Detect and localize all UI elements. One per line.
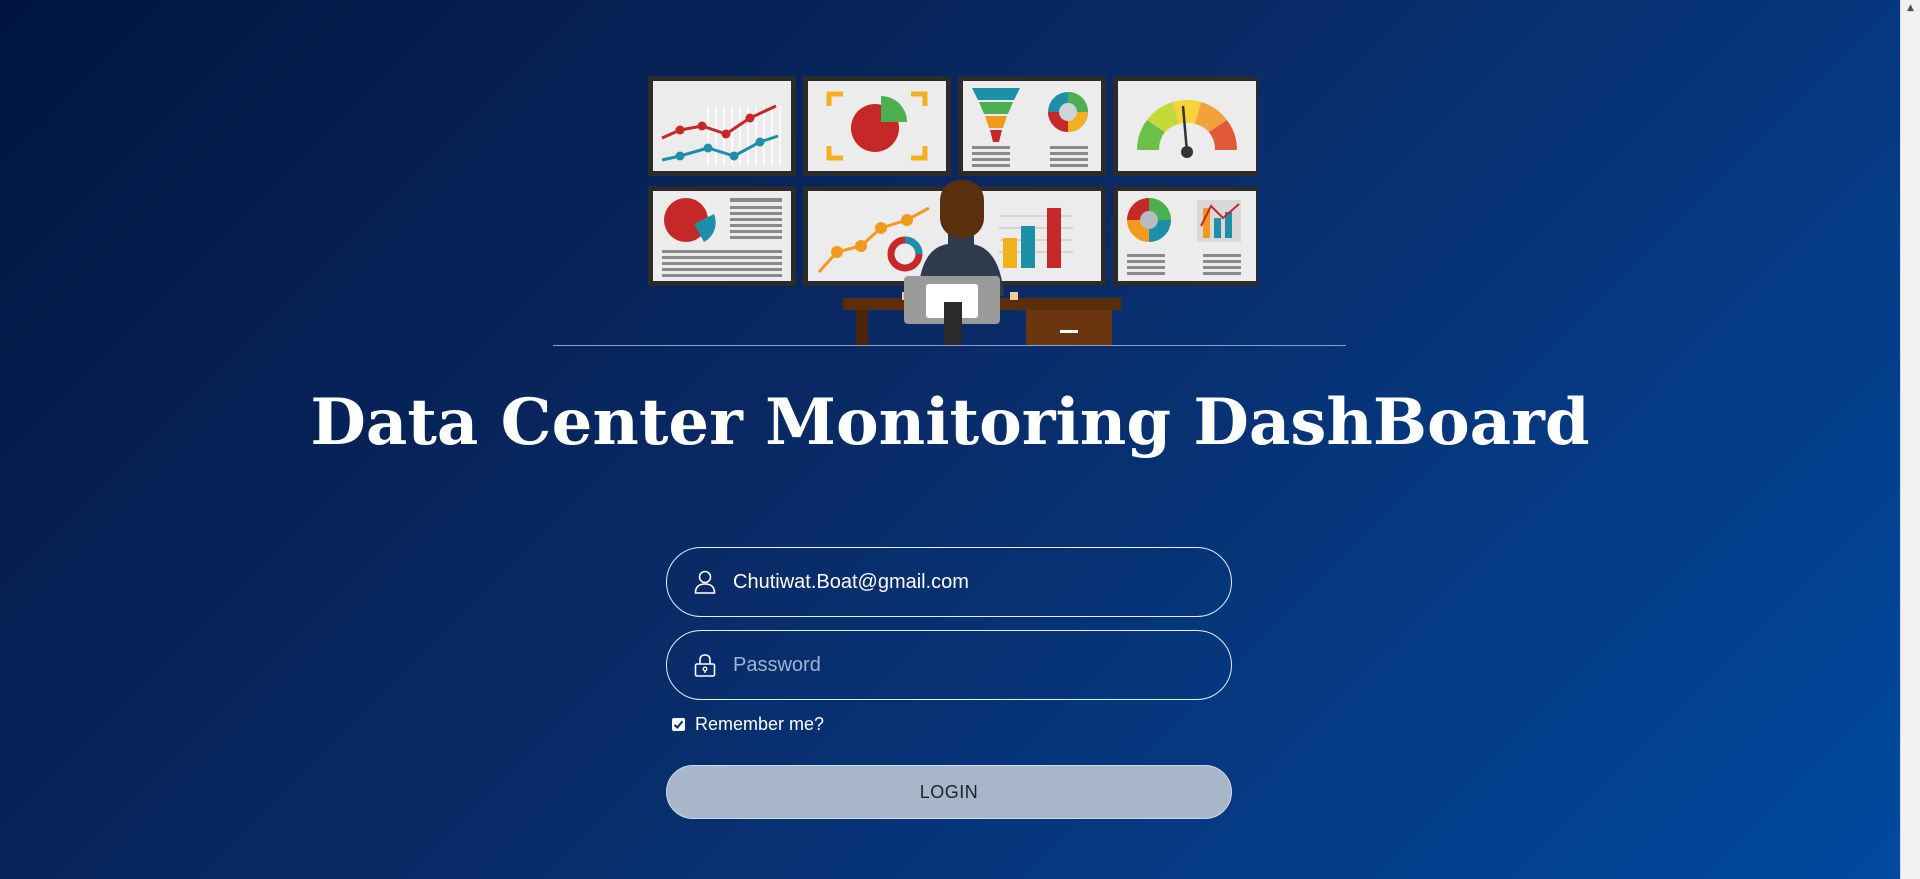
remember-label: Remember me? (695, 713, 825, 734)
user-icon (693, 570, 717, 594)
monitor-pie-focus (803, 76, 951, 176)
divider-line (553, 345, 1346, 346)
page-title: Data Center Monitoring DashBoard (310, 385, 1590, 460)
remember-me[interactable]: Remember me? (672, 713, 1232, 735)
login-form: Remember me? LOGIN (666, 547, 1232, 819)
monitor-gauge (1113, 76, 1258, 176)
monitor-funnel-cycle (958, 76, 1106, 176)
vertical-scrollbar[interactable]: ▲ (1900, 0, 1920, 879)
monitor-donut-bars (1113, 186, 1258, 286)
remember-checkbox[interactable] (672, 717, 685, 731)
monitor-line-chart (648, 76, 796, 176)
password-field[interactable] (666, 630, 1232, 700)
email-input[interactable] (733, 562, 1231, 602)
monitor-pie-report (648, 186, 796, 286)
login-button[interactable]: LOGIN (666, 765, 1232, 819)
scroll-up-arrow-icon[interactable]: ▲ (1901, 0, 1920, 15)
email-field[interactable] (666, 547, 1232, 617)
dashboard-illustration (648, 76, 1258, 346)
password-input[interactable] (733, 645, 1231, 685)
lock-icon (693, 653, 717, 677)
checkmark-icon (673, 720, 684, 729)
